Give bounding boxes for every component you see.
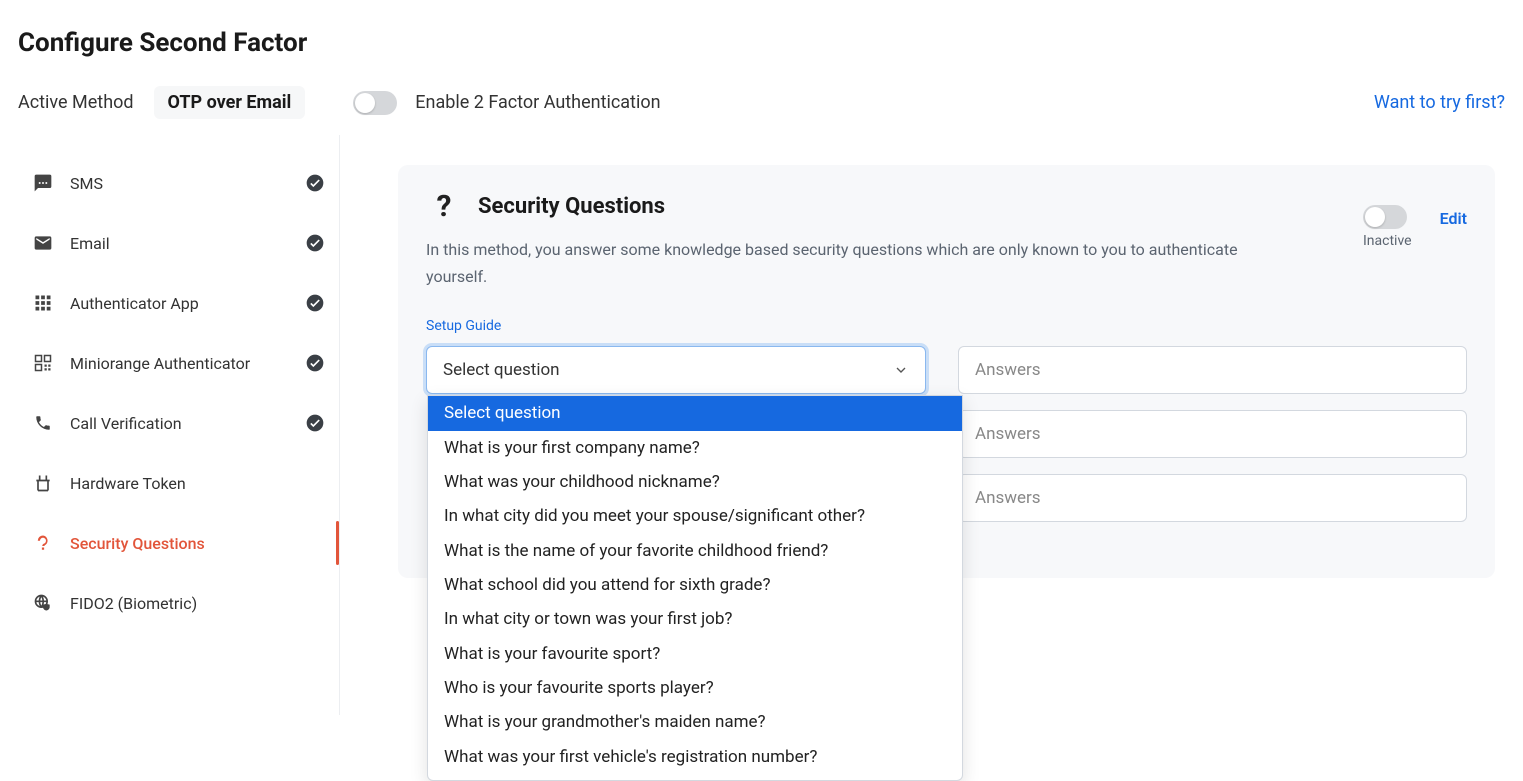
dropdown-option[interactable]: What is your first company name? [428,431,962,465]
setup-guide-link[interactable]: Setup Guide [426,318,1467,334]
sidebar-item-label: Email [70,234,305,253]
sidebar-item-label: FIDO2 (Biometric) [70,594,325,613]
check-icon [305,413,325,433]
email-icon [32,232,54,254]
select-value: Select question [443,360,893,380]
panel-description: In this method, you answer some knowledg… [426,236,1246,290]
dropdown-option[interactable]: Select question [428,396,962,430]
main-content: ? Security Questions In this method, you… [340,135,1523,715]
phone-icon [32,412,54,434]
token-icon [32,472,54,494]
sidebar: SMS Email Authenticator App [0,135,340,715]
sidebar-item-label: Security Questions [70,534,325,553]
question-row-1: Select question Select question What is … [426,346,1467,394]
sidebar-item-hardware-token[interactable]: Hardware Token [18,453,339,513]
sidebar-item-label: Call Verification [70,414,305,433]
sidebar-item-label: SMS [70,174,305,193]
dropdown-option[interactable]: What school did you attend for sixth gra… [428,568,962,602]
sidebar-item-fido2[interactable]: FIDO2 (Biometric) [18,573,339,633]
dropdown-option[interactable]: What was your first vehicle's registrati… [428,740,962,774]
topbar: Active Method OTP over Email Enable 2 Fa… [0,58,1523,135]
sidebar-item-call-verification[interactable]: Call Verification [18,393,339,453]
dropdown-option[interactable]: What was your childhood nickname? [428,465,962,499]
sidebar-item-miniorange-authenticator[interactable]: Miniorange Authenticator [18,333,339,393]
want-to-try-first-link[interactable]: Want to try first? [1374,92,1505,113]
sidebar-item-authenticator-app[interactable]: Authenticator App [18,273,339,333]
answer-input-2[interactable] [958,410,1467,458]
enable-2fa-toggle[interactable] [353,91,397,115]
security-questions-panel: ? Security Questions In this method, you… [398,165,1495,578]
question-icon [32,532,54,554]
chevron-down-icon [893,362,909,378]
question-dropdown: Select question What is your first compa… [427,395,963,781]
panel-status-label: Inactive [1363,233,1412,249]
sidebar-item-security-questions[interactable]: Security Questions [18,513,339,573]
check-icon [305,353,325,373]
globe-shield-icon [32,592,54,614]
edit-button[interactable]: Edit [1440,205,1467,228]
active-method-label: Active Method [18,92,134,113]
panel-status-toggle[interactable] [1363,205,1407,229]
sidebar-item-label: Miniorange Authenticator [70,354,305,373]
grid-icon [32,292,54,314]
check-icon [305,173,325,193]
dropdown-option[interactable]: In what city did you meet your spouse/si… [428,499,962,533]
page-title: Configure Second Factor [0,0,1523,58]
panel-title: Security Questions [478,194,665,219]
dropdown-option[interactable]: In what city or town was your first job? [428,602,962,636]
check-icon [305,293,325,313]
enable-2fa-label: Enable 2 Factor Authentication [415,92,660,113]
sidebar-item-email[interactable]: Email [18,213,339,273]
dropdown-option[interactable]: What is your grandmother's maiden name? [428,705,962,739]
qr-icon [32,352,54,374]
answer-input-1[interactable] [958,346,1467,394]
check-icon [305,233,325,253]
sidebar-item-label: Authenticator App [70,294,305,313]
active-method-value: OTP over Email [154,86,306,119]
dropdown-option[interactable]: What is your favourite sport? [428,637,962,671]
sidebar-item-sms[interactable]: SMS [18,153,339,213]
dropdown-option[interactable]: What is the name of your favorite childh… [428,534,962,568]
question-mark-icon: ? [426,189,462,224]
sidebar-item-label: Hardware Token [70,474,325,493]
answer-input-3[interactable] [958,474,1467,522]
sms-icon [32,172,54,194]
dropdown-option[interactable]: Who is your favourite sports player? [428,671,962,705]
question-select-1[interactable]: Select question Select question What is … [426,346,926,394]
